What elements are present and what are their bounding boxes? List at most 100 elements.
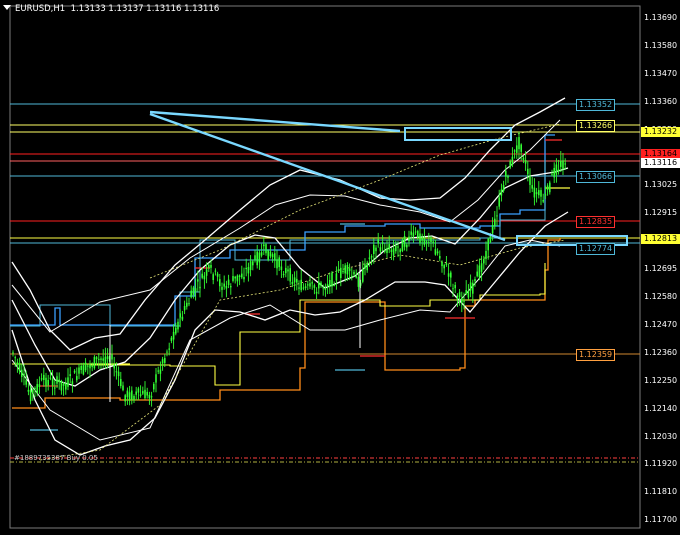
level-tag: 1.12774	[576, 243, 616, 255]
candle-body	[487, 238, 489, 251]
candle-body	[346, 265, 349, 275]
candle-body	[318, 281, 320, 289]
candle-body	[522, 157, 525, 160]
candle-body	[443, 265, 445, 269]
candle-body	[340, 267, 342, 278]
candle-body	[271, 254, 274, 258]
candle-body	[386, 248, 388, 253]
candle-body	[280, 266, 283, 270]
candle-body	[181, 316, 184, 320]
candle-body	[54, 387, 56, 389]
price-chart[interactable]	[0, 0, 680, 535]
candle-body	[51, 378, 54, 386]
candle-body	[500, 189, 503, 196]
candle-body	[355, 275, 357, 278]
candle-body	[403, 236, 406, 247]
candle-body	[27, 389, 30, 392]
price-axis-label: 1.12360	[644, 347, 678, 357]
candle-body	[329, 280, 331, 287]
candle-body	[553, 168, 555, 178]
candle-body	[491, 225, 494, 234]
candle-body	[531, 185, 533, 189]
candle-body	[238, 275, 241, 277]
candle-body	[23, 373, 25, 376]
candle-body	[326, 284, 329, 287]
candle-body	[388, 244, 390, 250]
order-line-label[interactable]: #1889735387 Buy 0.05	[14, 454, 98, 462]
candle-body	[232, 276, 234, 281]
candle-body	[71, 381, 74, 385]
candle-body	[421, 237, 423, 241]
level-tag: 1.13266	[576, 120, 616, 132]
candle-body	[509, 161, 511, 168]
level-tag: 1.12359	[576, 349, 616, 361]
candle-body	[265, 244, 267, 254]
price-axis-label: 1.11920	[644, 459, 678, 469]
candle-body	[458, 292, 461, 297]
candle-body	[375, 247, 377, 252]
candle-body	[315, 291, 318, 294]
candle-body	[322, 287, 324, 289]
candle-body	[465, 290, 467, 294]
price-axis-label: 1.12915	[644, 208, 678, 218]
candle-body	[498, 197, 500, 207]
candle-body	[58, 379, 60, 383]
candle-body	[190, 290, 192, 298]
candle-body	[505, 171, 507, 177]
candle-body	[476, 271, 478, 277]
candle-body	[186, 302, 188, 307]
candle-body	[93, 356, 96, 369]
candle-body	[21, 369, 23, 377]
candle-body	[164, 358, 166, 363]
candle-body	[278, 257, 280, 268]
candle-body	[549, 182, 551, 193]
candle-body	[399, 249, 401, 253]
candle-body	[49, 377, 52, 379]
candle-body	[203, 275, 206, 280]
candle-body	[432, 241, 434, 244]
candle-body	[285, 267, 287, 274]
candle-body	[562, 160, 564, 169]
candle-body	[557, 169, 560, 172]
collapse-triangle-icon[interactable]	[3, 5, 11, 10]
candle-body	[43, 374, 45, 380]
candle-body	[256, 251, 258, 266]
candle-body	[434, 249, 437, 255]
candle-body	[485, 251, 487, 259]
candle-body	[69, 374, 71, 376]
candle-body	[353, 271, 355, 275]
candle-body	[65, 383, 67, 390]
candle-body	[25, 380, 27, 385]
price-axis-label: 1.12470	[644, 319, 678, 329]
candle-body	[102, 358, 104, 361]
candle-body	[289, 268, 291, 282]
candle-body	[366, 263, 368, 271]
candle-body	[472, 282, 474, 294]
candle-body	[98, 358, 100, 360]
candle-body	[344, 265, 346, 274]
candle-body	[252, 261, 254, 266]
candle-body	[177, 321, 179, 330]
candle-body	[313, 285, 316, 288]
candle-body	[527, 168, 529, 175]
candle-body	[276, 259, 278, 269]
candle-body	[188, 303, 190, 305]
candle-body	[128, 392, 131, 401]
candle-body	[452, 288, 454, 290]
candle-body	[439, 256, 441, 259]
candle-body	[124, 395, 126, 402]
candle-body	[324, 287, 327, 290]
current-price-tag: 1.12813	[641, 234, 680, 244]
candle-body	[73, 370, 76, 373]
candle-body	[533, 187, 536, 198]
candle-body	[36, 384, 38, 394]
candle-body	[494, 218, 496, 227]
candle-body	[78, 367, 80, 374]
candle-body	[197, 279, 199, 282]
chart-header: EURUSD,H1 1.13133 1.13137 1.13116 1.1311…	[3, 4, 219, 14]
chart-window[interactable]: EURUSD,H1 1.13133 1.13137 1.13116 1.1311…	[0, 0, 680, 535]
candle-body	[150, 396, 153, 398]
candle-body	[364, 264, 366, 269]
candle-body	[76, 376, 78, 381]
candle-body	[370, 256, 373, 258]
